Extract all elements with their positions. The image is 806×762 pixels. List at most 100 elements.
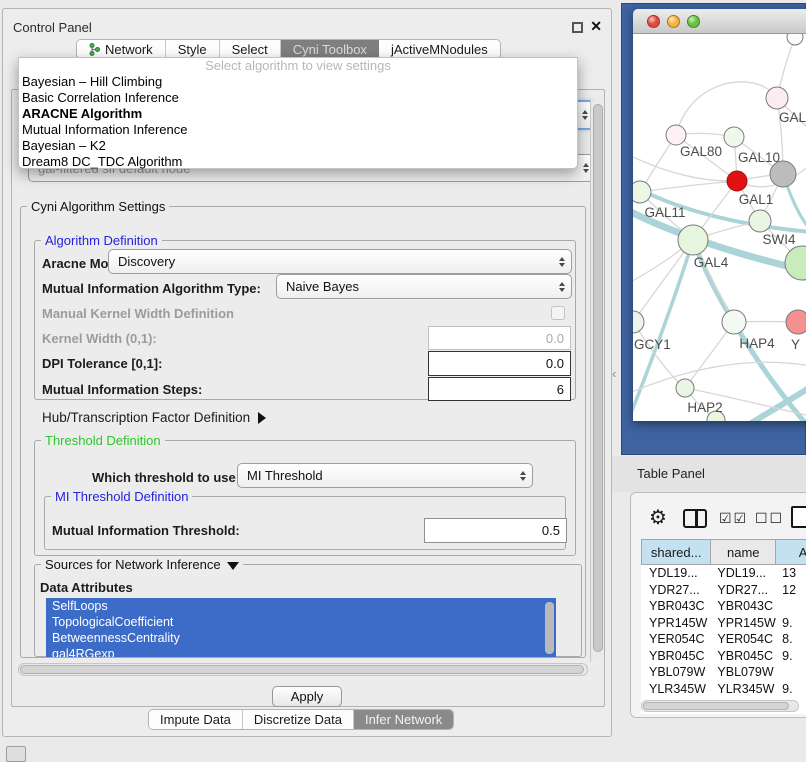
checked-pair-icon[interactable]: ☑☑ <box>719 510 748 527</box>
node-label-gal4: GAL4 <box>694 255 729 270</box>
table-row[interactable]: YLR345WYLR345W9. <box>641 681 806 698</box>
table-cell[interactable]: YBR045C <box>641 648 711 665</box>
table-cell[interactable]: YPR145W <box>641 615 711 632</box>
hub-definition-expander[interactable]: Hub/Transcription Factor Definition <box>42 410 266 425</box>
tab-discretize-data[interactable]: Discretize Data <box>243 710 354 729</box>
tab-infer-network[interactable]: Infer Network <box>354 710 453 729</box>
table-row[interactable]: YBL079WYBL079W <box>641 664 806 681</box>
table-cell[interactable]: YBR045C <box>711 648 776 665</box>
table-cell[interactable]: YBL079W <box>711 664 776 681</box>
mi-type-combobox[interactable]: Naive Bayes <box>276 274 572 299</box>
network-node[interactable] <box>666 125 686 145</box>
network-window-titlebar[interactable] <box>633 9 806 34</box>
settings-hscrollbar[interactable] <box>18 663 588 676</box>
split-columns-icon[interactable] <box>683 509 707 528</box>
dropdown-item-aracne-algorithm[interactable]: ARACNE Algorithm <box>19 106 577 122</box>
dropdown-item-dream8-dc-tdc-algorithm[interactable]: Dream8 DC_TDC Algorithm <box>19 154 577 170</box>
document-icon[interactable] <box>791 506 806 528</box>
table-cell[interactable]: 9. <box>776 648 806 665</box>
mi-steps-field[interactable]: 6 <box>428 377 571 401</box>
table-header-a[interactable]: A <box>776 539 806 565</box>
dropdown-item-bayesian-k2[interactable]: Bayesian – K2 <box>19 138 577 154</box>
mi-threshold-field[interactable]: 0.5 <box>424 518 567 543</box>
network-node[interactable] <box>678 225 708 255</box>
table-cell[interactable]: 9. <box>776 681 806 698</box>
table-cell[interactable]: YPR145W <box>711 615 776 632</box>
unchecked-pair-icon[interactable]: ☐☐ <box>755 510 784 527</box>
minimize-traffic-light[interactable] <box>667 15 680 28</box>
attribute-item-gal4rgexp[interactable]: gal4RGexp <box>46 646 556 657</box>
table-cell[interactable] <box>776 598 806 615</box>
tab-style[interactable]: Style <box>166 40 220 58</box>
tab-cyni-toolbox[interactable]: Cyni Toolbox <box>281 40 379 58</box>
table-row[interactable]: YPR145WYPR145W9. <box>641 615 806 632</box>
network-node[interactable] <box>785 246 806 280</box>
table-cell[interactable]: YLR345W <box>641 681 711 698</box>
network-node[interactable] <box>727 171 747 191</box>
table-cell[interactable] <box>776 664 806 681</box>
float-window-icon[interactable] <box>572 22 583 33</box>
dropdown-item-basic-correlation-inference[interactable]: Basic Correlation Inference <box>19 90 577 106</box>
table-cell[interactable]: 12 <box>776 582 806 599</box>
splitter-handle[interactable]: ‹ <box>612 366 616 381</box>
network-node[interactable] <box>676 379 694 397</box>
table-row[interactable]: YBR045CYBR045C9. <box>641 648 806 665</box>
collapsed-panel-icon[interactable] <box>6 746 26 762</box>
table-header-name[interactable]: name <box>711 539 776 565</box>
table-hscrollbar[interactable] <box>641 700 799 712</box>
network-node[interactable] <box>749 210 771 232</box>
table-cell[interactable]: YDR27... <box>641 582 711 599</box>
dpi-tolerance-field[interactable]: 0.0 <box>428 351 571 376</box>
table-cell[interactable]: YBR043C <box>641 598 711 615</box>
dropdown-item-mutual-information-inference[interactable]: Mutual Information Inference <box>19 122 577 138</box>
table-cell[interactable]: YDL19... <box>711 565 776 582</box>
attribute-item-betweennesscentrality[interactable]: BetweennessCentrality <box>46 630 556 646</box>
table-cell[interactable]: YBR043C <box>711 598 776 615</box>
cyni-toolbox-panel: gal-filtered sif default node Cyni Algor… <box>11 89 605 707</box>
table-cell[interactable]: 9. <box>776 615 806 632</box>
network-node[interactable] <box>722 310 746 334</box>
vscrollbar-thumb[interactable] <box>593 104 603 652</box>
hscrollbar-thumb[interactable] <box>20 665 584 674</box>
table-cell[interactable]: 8. <box>776 631 806 648</box>
sources-expander[interactable]: Sources for Network Inference <box>41 557 243 572</box>
aracne-mode-combobox[interactable]: Discovery <box>108 249 572 274</box>
table-cell[interactable]: YBL079W <box>641 664 711 681</box>
table-cell[interactable]: YLR345W <box>711 681 776 698</box>
table-cell[interactable]: 13 <box>776 565 806 582</box>
close-traffic-light[interactable] <box>647 15 660 28</box>
settings-vscrollbar[interactable] <box>590 100 604 662</box>
network-node[interactable] <box>766 87 788 109</box>
tab-jactivemnodules[interactable]: jActiveMNodules <box>379 40 500 58</box>
tab-network[interactable]: Network <box>77 40 166 58</box>
network-node[interactable] <box>724 127 744 147</box>
network-node[interactable] <box>633 311 644 333</box>
table-row[interactable]: YBR043CYBR043C <box>641 598 806 615</box>
maximize-traffic-light[interactable] <box>687 15 700 28</box>
table-cell[interactable]: YDL19... <box>641 565 711 582</box>
gear-icon[interactable]: ⚙ <box>649 505 667 530</box>
table-row[interactable]: YDR27...YDR27...12 <box>641 582 806 599</box>
apply-button[interactable]: Apply <box>272 686 342 707</box>
table-row[interactable]: YER054CYER054C8. <box>641 631 806 648</box>
table-cell[interactable]: YER054C <box>711 631 776 648</box>
group-title: Cyni Algorithm Settings <box>27 199 169 214</box>
network-canvas[interactable]: GALGAL80GAL10GAL1GAL11SWI4GAL4GCY1HAP4YH… <box>633 34 806 421</box>
network-node[interactable] <box>633 181 651 203</box>
attribute-item-topologicalcoefficient[interactable]: TopologicalCoefficient <box>46 614 556 630</box>
network-node[interactable] <box>787 34 803 45</box>
table-row[interactable]: YDL19...YDL19...13 <box>641 565 806 582</box>
tab-impute-data[interactable]: Impute Data <box>149 710 243 729</box>
table-cell[interactable]: YDR27... <box>711 582 776 599</box>
which-threshold-combobox[interactable]: MI Threshold <box>237 463 533 488</box>
which-threshold-label: Which threshold to use: <box>92 470 240 485</box>
attribute-item-selfloops[interactable]: SelfLoops <box>46 598 556 614</box>
table-cell[interactable]: YER054C <box>641 631 711 648</box>
tab-select[interactable]: Select <box>220 40 281 58</box>
network-node[interactable] <box>786 310 806 334</box>
table-header-shared[interactable]: shared... <box>641 539 711 565</box>
list-scrollbar-thumb[interactable] <box>545 602 554 654</box>
dropdown-item-bayesian-hill-climbing[interactable]: Bayesian – Hill Climbing <box>19 74 577 90</box>
close-icon[interactable]: ✕ <box>590 18 602 35</box>
table-hscrollbar-thumb[interactable] <box>643 702 789 710</box>
